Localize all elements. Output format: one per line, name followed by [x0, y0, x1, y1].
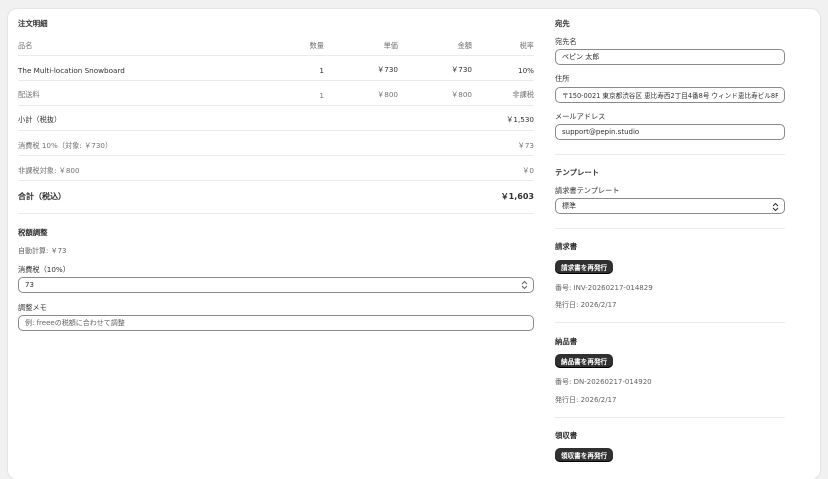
select-chevron-icon	[771, 202, 780, 212]
item-amount: ￥800	[451, 90, 472, 99]
tax-value: ￥73	[517, 141, 534, 150]
reissue-receipt-button[interactable]: 領収書を再発行	[555, 448, 614, 462]
template-label: 請求書テンプレート	[555, 186, 620, 195]
divider	[555, 154, 785, 155]
table-header: 品名 数量 単価 金額 税率	[18, 41, 534, 51]
memo-label: 調整メモ	[18, 303, 47, 312]
template-selected: 標準	[562, 202, 576, 210]
nontax-value: ￥0	[522, 166, 534, 175]
order-details-title: 注文明細	[18, 19, 48, 28]
address-input[interactable]: 〒150-0021 東京都渋谷区 恵比寿西2丁目4番8号 ウィンド恵比寿ビル8F	[555, 87, 785, 103]
subtotal-label: 小計（税抜）	[18, 115, 62, 124]
reissue-invoice-button[interactable]: 請求書を再発行	[555, 260, 614, 274]
invoice-date: 発行日: 2026/2/17	[555, 301, 617, 309]
recipient-name-input[interactable]: ペピン 太郎	[555, 49, 785, 65]
col-header-name: 品名	[18, 41, 33, 50]
total-value: ￥1,603	[500, 192, 534, 201]
col-header-unit: 単価	[383, 41, 398, 50]
invoice-title: 請求書	[555, 242, 578, 251]
divider	[555, 417, 785, 418]
subtotal-value: ￥1,530	[506, 115, 534, 124]
template-title: テンプレート	[555, 168, 600, 177]
item-qty: 1	[319, 90, 324, 100]
divider	[18, 80, 534, 81]
delivery-date: 発行日: 2026/2/17	[555, 396, 617, 404]
item-unit-price: ￥800	[377, 90, 398, 99]
total-row: 合計（税込） ￥1,603	[18, 191, 534, 202]
subtotal-row: 小計（税抜） ￥1,530	[18, 115, 534, 125]
table-row: The Multi-location Snowboard 1 ￥730 ￥730…	[18, 65, 534, 75]
col-header-amount: 金額	[457, 41, 472, 50]
divider	[18, 155, 534, 156]
memo-input[interactable]: 例: freeeの税額に合わせて調整	[18, 315, 534, 331]
tax-amount-input[interactable]: 73	[18, 277, 534, 293]
tax-input-label: 消費税（10%）	[18, 265, 70, 274]
item-qty: 1	[319, 65, 324, 75]
delivery-title: 納品書	[555, 337, 578, 346]
table-row: 配送料 1 ￥800 ￥800 非課税	[18, 90, 534, 100]
tax-amount-value: 73	[25, 281, 34, 289]
col-header-tax: 税率	[519, 41, 534, 50]
invoice-number: 番号: INV-20260217-014829	[555, 284, 653, 292]
receipt-title: 領収書	[555, 431, 578, 440]
divider	[18, 130, 534, 131]
tax-adjust-title: 税額調整	[18, 228, 48, 237]
nontax-row: 非課税対象: ￥800 ￥0	[18, 166, 534, 176]
divider	[555, 322, 785, 323]
template-select[interactable]: 標準	[555, 198, 785, 214]
auto-calc-text: 自動計算: ￥73	[18, 247, 67, 255]
col-header-qty: 数量	[309, 41, 324, 50]
address-label: 住所	[555, 74, 570, 83]
stepper-icon[interactable]	[520, 280, 529, 290]
divider	[18, 180, 534, 181]
email-value: support@pepin.studio	[562, 128, 640, 136]
email-input[interactable]: support@pepin.studio	[555, 124, 785, 140]
tax-label: 消費税 10%（対象: ￥730）	[18, 141, 113, 150]
reissue-delivery-button[interactable]: 納品書を再発行	[555, 354, 614, 368]
email-label: メールアドレス	[555, 112, 606, 121]
divider	[18, 105, 534, 106]
item-tax-rate: 10%	[518, 65, 534, 75]
recipient-name-value: ペピン 太郎	[562, 53, 600, 61]
memo-placeholder: 例: freeeの税額に合わせて調整	[25, 319, 125, 327]
total-label: 合計（税込）	[18, 192, 66, 201]
item-amount: ￥730	[451, 65, 472, 74]
address-value: 〒150-0021 東京都渋谷区 恵比寿西2丁目4番8号 ウィンド恵比寿ビル8F	[562, 92, 778, 100]
tax-row: 消費税 10%（対象: ￥730） ￥73	[18, 141, 534, 151]
divider	[555, 228, 785, 229]
divider	[18, 213, 534, 214]
column-separator	[544, 9, 545, 479]
order-card: 注文明細 品名 数量 単価 金額 税率 The Multi-location S…	[8, 9, 820, 479]
divider	[18, 55, 534, 56]
item-name: The Multi-location Snowboard	[18, 65, 125, 75]
item-tax-rate: 非課税	[512, 90, 534, 99]
recipient-name-label: 宛先名	[555, 37, 577, 46]
item-unit-price: ￥730	[377, 65, 398, 74]
nontax-label: 非課税対象: ￥800	[18, 166, 80, 175]
delivery-number: 番号: DN-20260217-014920	[555, 378, 652, 386]
item-name: 配送料	[18, 90, 40, 99]
recipient-title: 宛先	[555, 19, 570, 28]
